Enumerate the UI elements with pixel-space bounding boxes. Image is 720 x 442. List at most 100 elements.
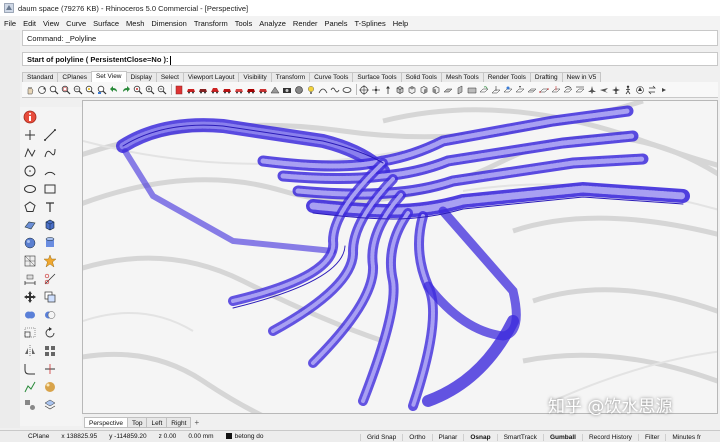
viewport-tab-right[interactable]: Right	[166, 416, 192, 428]
command-prompt[interactable]: Start of polyline ( PersistentClose=No )…	[22, 52, 718, 66]
cplane-object-icon[interactable]	[503, 85, 513, 95]
render-icon[interactable]	[42, 379, 58, 395]
tab-surface-tools[interactable]: Surface Tools	[352, 72, 402, 82]
zoom-in-icon[interactable]	[145, 85, 155, 95]
fillet-icon[interactable]	[22, 361, 38, 377]
light-bulb-icon[interactable]	[306, 85, 316, 95]
cylinder-icon[interactable]	[42, 235, 58, 251]
plane-normal-icon[interactable]	[551, 85, 561, 95]
menu-dimension[interactable]: Dimension	[151, 19, 186, 28]
camera-car-red-icon[interactable]	[186, 85, 196, 95]
camera-target-icon[interactable]	[635, 85, 645, 95]
tab-visibility[interactable]: Visibility	[238, 72, 272, 82]
set-cplane-origin-icon[interactable]	[371, 85, 381, 95]
redo-view-icon[interactable]	[121, 85, 131, 95]
menu-curve[interactable]: Curve	[66, 19, 86, 28]
cube-top-icon[interactable]	[407, 85, 417, 95]
more-options-icon[interactable]	[659, 85, 669, 95]
cube-view-icon[interactable]	[395, 85, 405, 95]
copy-icon[interactable]	[42, 289, 58, 305]
trim-icon[interactable]	[42, 271, 58, 287]
menu-mesh[interactable]: Mesh	[126, 19, 144, 28]
tab-drafting[interactable]: Drafting	[529, 72, 563, 82]
lens-icon[interactable]	[294, 85, 304, 95]
spaceship-icon[interactable]	[587, 85, 597, 95]
tab-viewport-layout[interactable]: Viewport Layout	[182, 72, 240, 82]
mirror-icon[interactable]	[22, 343, 38, 359]
menu-view[interactable]: View	[43, 19, 59, 28]
camera-car-front-icon[interactable]	[210, 85, 220, 95]
menu-surface[interactable]: Surface	[93, 19, 119, 28]
menu-panels[interactable]: Panels	[325, 19, 348, 28]
menu-file[interactable]: File	[4, 19, 16, 28]
ellipse-icon[interactable]	[22, 181, 38, 197]
group-icon[interactable]	[22, 397, 38, 413]
menu-transform[interactable]: Transform	[194, 19, 228, 28]
walkabout-icon[interactable]	[623, 85, 633, 95]
cube-front-icon[interactable]	[431, 85, 441, 95]
zoom-target-icon[interactable]	[133, 85, 143, 95]
plane-view-icon[interactable]	[270, 85, 280, 95]
info-icon[interactable]	[22, 109, 38, 125]
fly-through-icon[interactable]	[599, 85, 609, 95]
airplane-icon[interactable]	[611, 85, 621, 95]
boolean-difference-icon[interactable]	[42, 307, 58, 323]
menu-tools[interactable]: Tools	[235, 19, 253, 28]
camera-car-dark-icon[interactable]	[198, 85, 208, 95]
status-layer[interactable]: betong do	[220, 433, 270, 440]
split-icon[interactable]	[42, 361, 58, 377]
tab-curve-tools[interactable]: Curve Tools	[309, 72, 354, 82]
scale-icon[interactable]	[22, 325, 38, 341]
zoom-dynamic-icon[interactable]	[49, 85, 59, 95]
swap-view-icon[interactable]	[647, 85, 657, 95]
point-icon[interactable]	[22, 127, 38, 143]
viewport-tab-top[interactable]: Top	[126, 416, 148, 428]
move-icon[interactable]	[22, 289, 38, 305]
polyline-icon[interactable]	[22, 145, 38, 161]
zoom-out-icon[interactable]	[157, 85, 167, 95]
toggle-ortho[interactable]: Ortho	[402, 433, 431, 441]
tab-solid-tools[interactable]: Solid Tools	[400, 72, 442, 82]
plane-grid-icon[interactable]	[527, 85, 537, 95]
cube-side-icon[interactable]	[419, 85, 429, 95]
camera-car-back-icon[interactable]	[234, 85, 244, 95]
circle-icon[interactable]	[22, 163, 38, 179]
toggle-planar[interactable]: Planar	[431, 433, 464, 441]
rotate-icon[interactable]	[42, 325, 58, 341]
camera-car-side-icon[interactable]	[222, 85, 232, 95]
zoom-selected-icon[interactable]	[85, 85, 95, 95]
box-solid-icon[interactable]	[42, 217, 58, 233]
array-icon[interactable]	[42, 343, 58, 359]
sphere-icon[interactable]	[22, 235, 38, 251]
tab-transform[interactable]: Transform	[270, 72, 311, 82]
camera-car-iso-icon[interactable]	[258, 85, 268, 95]
plane-axis-icon[interactable]	[575, 85, 585, 95]
camera-car-top-icon[interactable]	[246, 85, 256, 95]
arc-icon[interactable]	[42, 163, 58, 179]
toggle-record-history[interactable]: Record History	[581, 433, 638, 441]
curve-icon[interactable]	[42, 145, 58, 161]
rotate-view-icon[interactable]	[37, 85, 47, 95]
cplane-rotate-icon[interactable]	[479, 85, 489, 95]
mesh-icon[interactable]	[22, 253, 38, 269]
toggle-osnap[interactable]: Osnap	[463, 433, 496, 441]
ellipse-view-icon[interactable]	[342, 85, 352, 95]
cplane-view-icon[interactable]	[515, 85, 525, 95]
toggle-gumball[interactable]: Gumball	[542, 433, 582, 441]
perspective-viewport[interactable]	[82, 100, 718, 414]
analyze-icon[interactable]	[22, 379, 38, 395]
menu-render[interactable]: Render	[293, 19, 318, 28]
tab-new-in-v5[interactable]: New in V5	[561, 72, 602, 82]
menu-help[interactable]: Help	[393, 19, 408, 28]
status-cplane[interactable]: CPlane	[22, 433, 55, 440]
plane-yz-icon[interactable]	[455, 85, 465, 95]
tab-mesh-tools[interactable]: Mesh Tools	[440, 72, 484, 82]
plane-curve-icon[interactable]	[563, 85, 573, 95]
surface-icon[interactable]	[22, 217, 38, 233]
tab-display[interactable]: Display	[125, 72, 157, 82]
rectangle-icon[interactable]	[42, 181, 58, 197]
layer-icon[interactable]	[42, 397, 58, 413]
tab-render-tools[interactable]: Render Tools	[482, 72, 531, 82]
wave-view-icon[interactable]	[330, 85, 340, 95]
named-view-icon[interactable]	[174, 85, 184, 95]
